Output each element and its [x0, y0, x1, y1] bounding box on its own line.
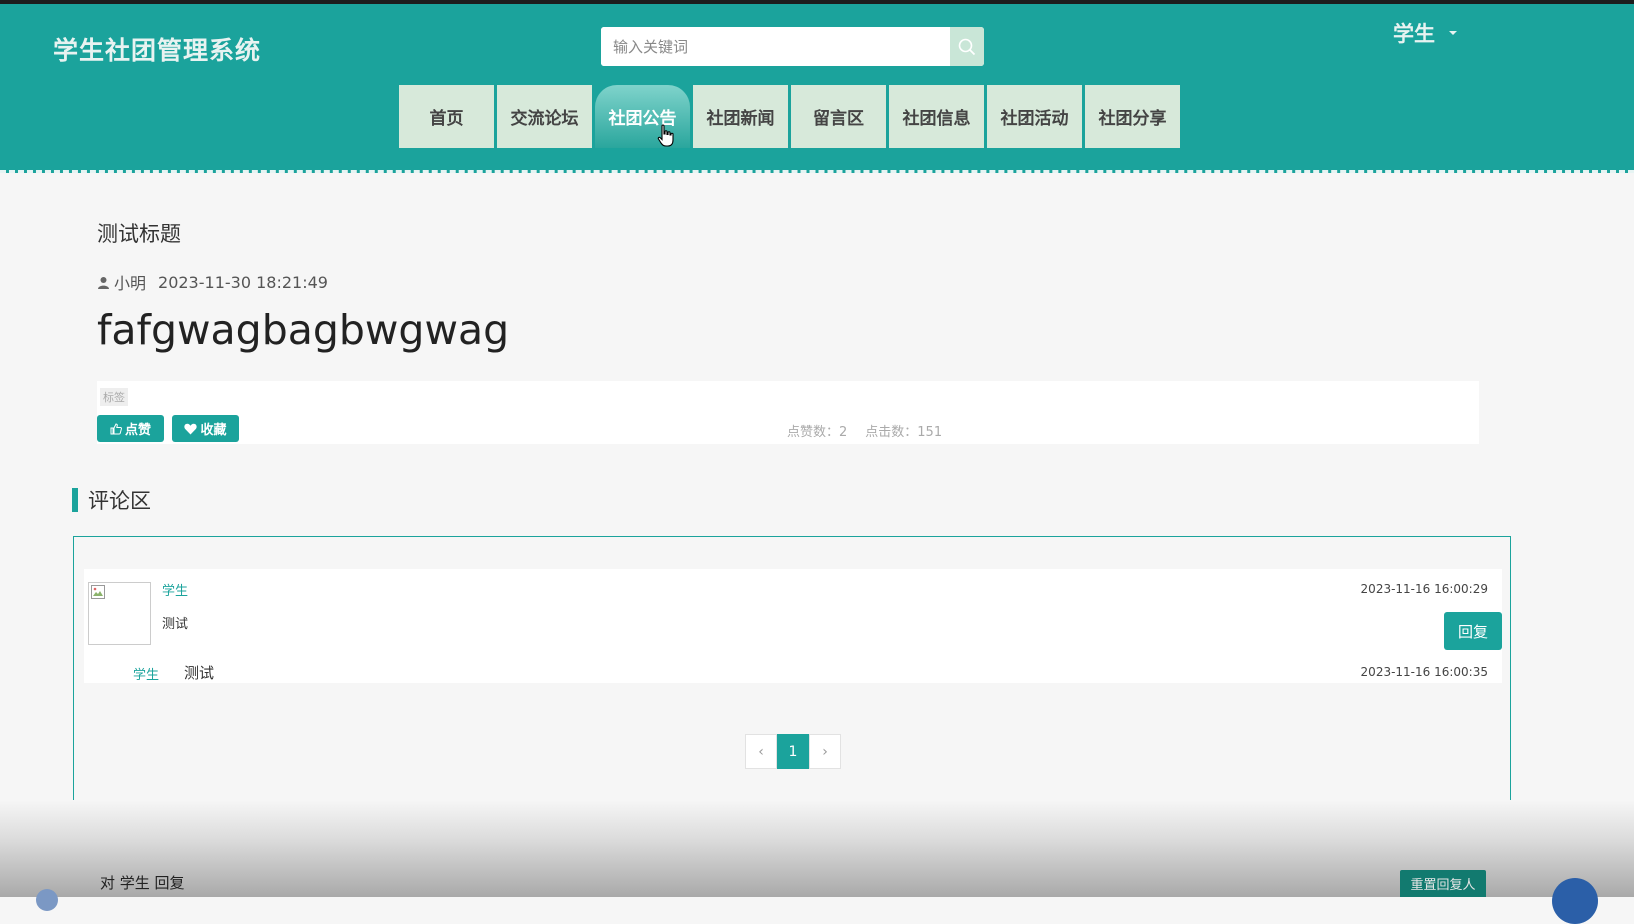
favorite-button-label: 收藏	[200, 423, 227, 438]
comment-user[interactable]: 学生	[162, 580, 188, 599]
caret-down-icon	[1449, 31, 1457, 35]
reply-user[interactable]: 学生	[133, 664, 159, 683]
heart-icon	[184, 423, 198, 434]
section-accent-bar	[72, 488, 78, 512]
comments-box: 学生 测试 2023-11-16 16:00:29 回复 学生 测试 2023-…	[73, 536, 1511, 816]
nav-item-forum[interactable]: 交流论坛	[497, 85, 592, 148]
avatar	[88, 582, 151, 645]
user-icon	[98, 276, 109, 289]
broken-image-icon	[91, 585, 105, 599]
search-button[interactable]	[950, 27, 984, 66]
header: 学生社团管理系统 学生 首页 交流论坛 社团公告 社团新闻 留言区 社团信息 社…	[0, 4, 1634, 173]
reset-reply-target-button[interactable]: 重置回复人	[1400, 870, 1486, 897]
thumbs-up-icon	[110, 422, 122, 434]
user-name: 学生	[1393, 22, 1435, 46]
main-nav: 首页 交流论坛 社团公告 社团新闻 留言区 社团信息 社团活动 社团分享	[399, 85, 1180, 148]
reply-time: 2023-11-16 16:00:35	[1360, 665, 1488, 679]
favorite-button[interactable]: 收藏	[172, 415, 239, 442]
post-title: 测试标题	[97, 222, 181, 246]
prev-page-button[interactable]: ‹	[745, 734, 777, 769]
reply-text: 测试	[184, 664, 215, 682]
post-author: 小明	[114, 274, 147, 293]
nav-item-messages[interactable]: 留言区	[791, 85, 886, 148]
next-page-button[interactable]: ›	[809, 734, 841, 769]
post-content: fafgwagbagbwgwag	[97, 306, 510, 354]
tag-label: 标签	[100, 388, 128, 406]
comment-item: 学生 测试 2023-11-16 16:00:29 回复 学生 测试 2023-…	[84, 569, 1502, 683]
likes-count: 点赞数：2	[787, 425, 848, 440]
search-input[interactable]	[601, 27, 941, 66]
nav-item-club-info[interactable]: 社团信息	[889, 85, 984, 148]
nav-item-home[interactable]: 首页	[399, 85, 494, 148]
post-actions-bar: 标签 点赞 收藏 点赞数：2 点击数：151	[97, 381, 1479, 444]
comments-section-title: 评论区	[72, 485, 151, 515]
reply-form-area	[0, 800, 1634, 897]
post-meta: 小明 2023-11-30 18:21:49	[97, 270, 328, 294]
reply-to-label: 对 学生 回复	[100, 874, 185, 892]
clicks-count: 点击数：151	[865, 425, 943, 440]
search-bar	[601, 27, 984, 66]
pagination: ‹ 1 ›	[745, 734, 841, 769]
user-menu[interactable]: 学生	[1393, 18, 1457, 48]
hand-pointer-cursor-icon	[657, 124, 674, 147]
comment-text: 测试	[162, 617, 189, 632]
nav-item-announcements[interactable]: 社团公告	[595, 85, 690, 148]
post-stats: 点赞数：2 点击数：151	[787, 421, 942, 440]
floating-dot[interactable]	[36, 889, 58, 911]
nav-item-share[interactable]: 社团分享	[1085, 85, 1180, 148]
nav-item-news[interactable]: 社团新闻	[693, 85, 788, 148]
site-title: 学生社团管理系统	[53, 36, 262, 65]
nav-item-activities[interactable]: 社团活动	[987, 85, 1082, 148]
comments-title-text: 评论区	[88, 489, 151, 513]
floating-widget[interactable]	[1552, 878, 1598, 924]
like-button[interactable]: 点赞	[97, 415, 164, 442]
page-1-button[interactable]: 1	[777, 734, 809, 769]
search-icon	[958, 38, 976, 55]
comment-time: 2023-11-16 16:00:29	[1360, 582, 1488, 596]
post-date: 2023-11-30 18:21:49	[158, 272, 328, 292]
like-button-label: 点赞	[124, 423, 151, 438]
reply-button[interactable]: 回复	[1444, 612, 1502, 650]
